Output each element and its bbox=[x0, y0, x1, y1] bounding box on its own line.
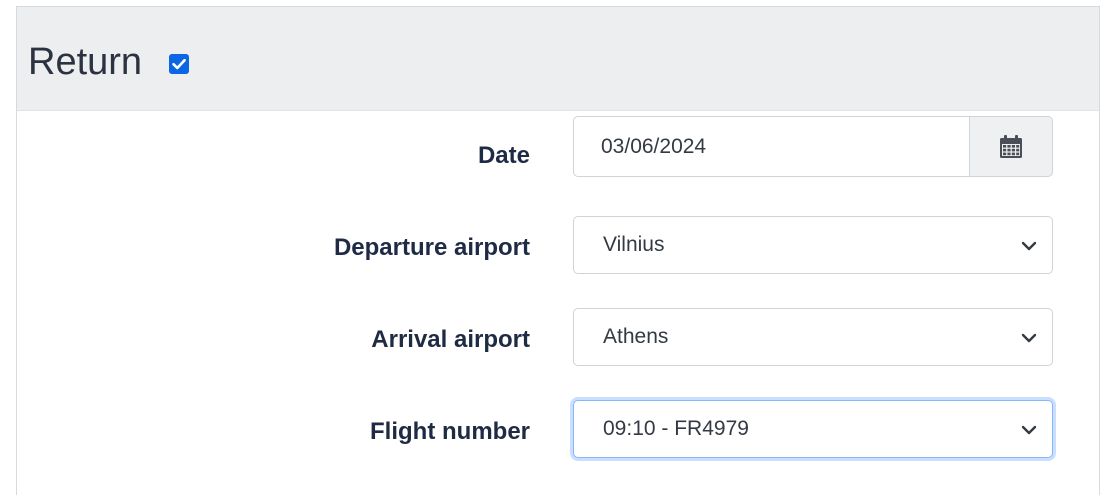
date-input[interactable]: 03/06/2024 bbox=[573, 116, 970, 177]
return-section-header: Return bbox=[17, 7, 1099, 111]
departure-airport-value: Vilnius bbox=[603, 233, 665, 256]
arrival-airport-select[interactable]: Athens bbox=[573, 308, 1053, 366]
calendar-button[interactable] bbox=[969, 116, 1053, 177]
departure-airport-select[interactable]: Vilnius bbox=[573, 216, 1053, 274]
chevron-down-icon bbox=[1021, 333, 1037, 343]
chevron-down-icon bbox=[1021, 425, 1037, 435]
checkbox-checked-icon bbox=[172, 58, 186, 70]
flight-number-select[interactable]: 09:10 - FR4979 bbox=[573, 400, 1053, 458]
date-value: 03/06/2024 bbox=[601, 135, 707, 158]
date-label: Date bbox=[477, 142, 530, 169]
calendar-icon bbox=[1000, 135, 1022, 158]
chevron-down-icon bbox=[1021, 241, 1037, 251]
section-title: Return bbox=[28, 41, 143, 83]
return-checkbox[interactable] bbox=[169, 54, 189, 74]
arrival-airport-value: Athens bbox=[603, 325, 669, 348]
arrival-airport-label: Arrival airport bbox=[371, 326, 530, 353]
flight-number-value: 09:10 - FR4979 bbox=[603, 417, 749, 440]
flight-number-label: Flight number bbox=[370, 418, 530, 445]
departure-airport-label: Departure airport bbox=[333, 234, 530, 261]
